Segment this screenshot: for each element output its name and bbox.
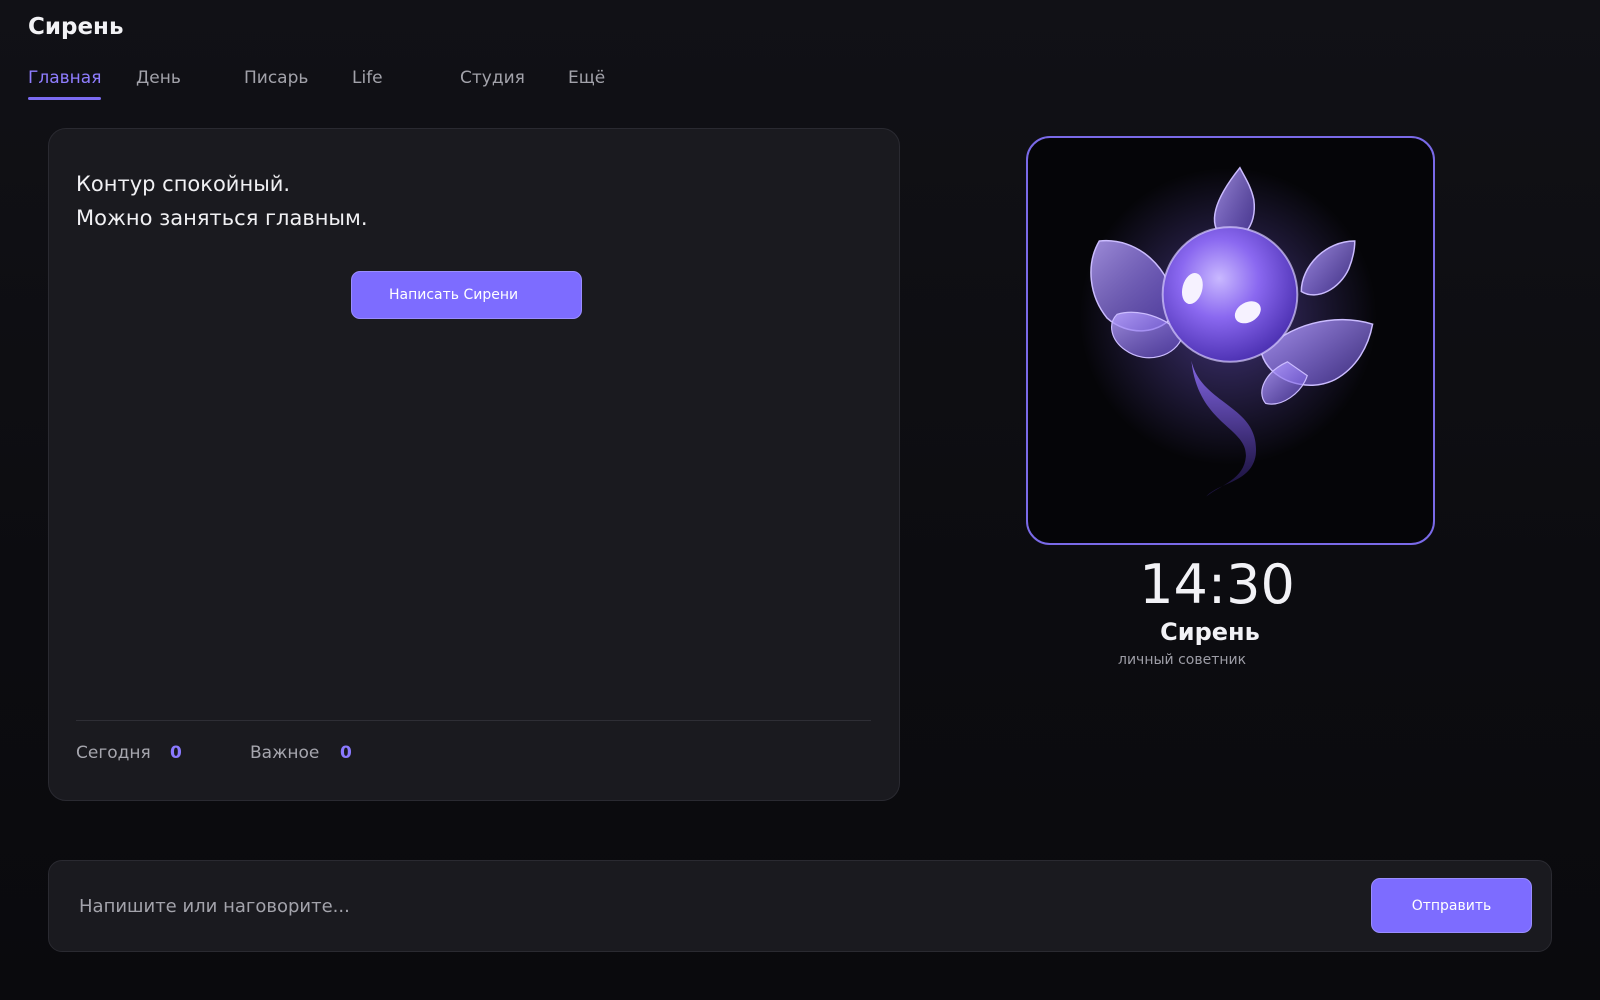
assistant-subtitle: личный советник [1118,652,1247,668]
tab-home[interactable]: Главная [28,68,102,100]
stat-important-label: Важное [250,743,320,763]
message-composer: Отправить [48,860,1552,952]
assistant-name: Сирень [1160,618,1260,646]
tab-scribe[interactable]: Писарь [244,68,308,100]
status-line-2: Можно заняться главным. [76,206,368,230]
tab-more[interactable]: Ещё [568,68,605,100]
stat-today: Сегодня 0 [76,743,182,763]
assistant-avatar [1026,136,1435,545]
app-title: Сирень [28,14,124,40]
status-line-1: Контур спокойный. [76,172,291,196]
stat-today-label: Сегодня [76,743,151,763]
stat-important-value: 0 [340,743,352,763]
write-to-siren-button[interactable]: Написать Сирени [351,271,582,319]
message-input[interactable] [79,883,1279,929]
status-message: Контур спокойный. Можно заняться главным… [76,167,368,235]
stat-today-value: 0 [170,743,182,763]
tab-day[interactable]: День [136,68,181,100]
tab-studio[interactable]: Студия [460,68,525,100]
tab-life[interactable]: Life [352,68,383,100]
app-root: Сирень Главная День Писарь Life Студия Е… [0,0,1600,1000]
home-card: Контур спокойный. Можно заняться главным… [48,128,900,801]
clock-time: 14:30 [1139,553,1295,616]
lilac-spirit-avatar-icon [1079,166,1377,497]
send-button[interactable]: Отправить [1371,878,1532,933]
stat-important: Важное 0 [250,743,352,763]
card-divider [76,720,871,721]
